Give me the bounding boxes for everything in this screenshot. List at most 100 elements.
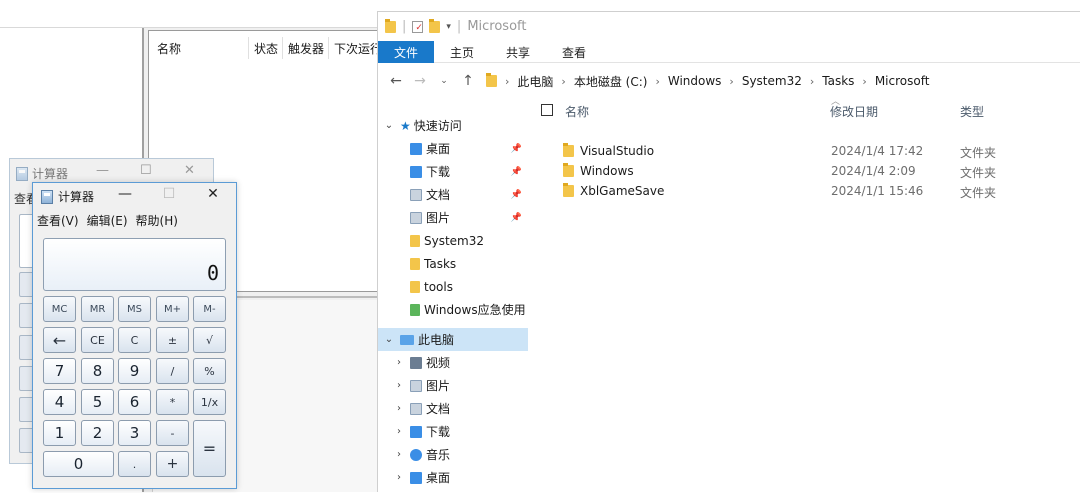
digit-4-button[interactable]: 4 — [43, 389, 76, 415]
chevron-right-icon[interactable]: › — [561, 75, 565, 88]
nav-item-pc-pictures[interactable]: › 图片 — [378, 374, 528, 397]
memory-subtract-button[interactable]: M- — [193, 296, 226, 322]
multiply-button[interactable]: * — [156, 389, 189, 415]
file-explorer-window[interactable]: | ✓ ▾ | Microsoft 文件 主页 共享 查看 ← → ⌄ ↑ › … — [377, 11, 1080, 492]
breadcrumb-tasks[interactable]: Tasks — [822, 74, 854, 88]
file-row[interactable]: Windows 2024/1/4 2:09 文件夹 — [528, 161, 1080, 181]
tab-share[interactable]: 共享 — [490, 41, 546, 63]
breadcrumb-microsoft[interactable]: Microsoft — [875, 74, 930, 88]
digit-7-button[interactable]: 7 — [43, 358, 76, 384]
chevron-right-icon[interactable]: › — [392, 449, 406, 460]
decimal-button[interactable]: . — [118, 451, 151, 477]
chevron-right-icon[interactable]: › — [392, 403, 406, 414]
nav-quick-access[interactable]: ⌄ ★ 快速访问 — [378, 114, 528, 137]
close-icon[interactable]: ✕ — [184, 163, 195, 178]
new-folder-icon[interactable] — [429, 18, 441, 33]
subtract-button[interactable]: - — [156, 420, 189, 446]
nav-item-music[interactable]: › 音乐 — [378, 443, 528, 466]
divide-button[interactable]: / — [156, 358, 189, 384]
backspace-button[interactable]: ← — [43, 327, 76, 353]
navigation-pane[interactable]: ⌄ ★ 快速访问 桌面 📌 下载 📌 文档 📌 图片 📌 System32 Ta… — [378, 107, 528, 493]
chevron-right-icon[interactable]: › — [392, 357, 406, 368]
digit-1-button[interactable]: 1 — [43, 420, 76, 446]
clear-button[interactable]: C — [118, 327, 151, 353]
digit-9-button[interactable]: 9 — [118, 358, 151, 384]
percent-button[interactable]: % — [193, 358, 226, 384]
maximize-icon[interactable]: ☐ — [140, 163, 152, 178]
pin-icon[interactable]: 📌 — [511, 190, 522, 200]
chevron-right-icon[interactable]: › — [392, 426, 406, 437]
chevron-right-icon[interactable]: › — [862, 75, 866, 88]
pin-icon[interactable]: 📌 — [511, 167, 522, 177]
chevron-down-icon[interactable]: ⌄ — [382, 120, 396, 131]
breadcrumb[interactable]: › 此电脑 › 本地磁盘 (C:) › Windows › System32 ›… — [486, 73, 929, 90]
column-header-trigger[interactable]: 触发器 — [283, 37, 329, 59]
forward-arrow-icon[interactable]: → — [408, 73, 432, 89]
negate-button[interactable]: ± — [156, 327, 189, 353]
nav-item-pc-downloads[interactable]: › 下载 — [378, 420, 528, 443]
digit-6-button[interactable]: 6 — [118, 389, 151, 415]
calculator-titlebar[interactable]: 计算器 — ☐ ✕ — [33, 183, 236, 210]
file-row[interactable]: XblGameSave 2024/1/1 15:46 文件夹 — [528, 181, 1080, 201]
digit-8-button[interactable]: 8 — [81, 358, 114, 384]
back-arrow-icon[interactable]: ← — [384, 73, 408, 89]
file-row[interactable]: VisualStudio 2024/1/4 17:42 文件夹 — [528, 141, 1080, 161]
chevron-right-icon[interactable]: › — [392, 472, 406, 483]
chevron-down-icon[interactable]: ⌄ — [382, 334, 396, 345]
digit-3-button[interactable]: 3 — [118, 420, 151, 446]
digit-0-button[interactable]: 0 — [43, 451, 114, 477]
column-header-date[interactable]: 修改日期 — [830, 103, 878, 123]
breadcrumb-windows[interactable]: Windows — [668, 74, 722, 88]
nav-item-documents[interactable]: 文档 📌 — [378, 183, 528, 206]
customize-toolbar-icon[interactable]: ▾ — [446, 22, 451, 32]
chevron-right-icon[interactable]: › — [655, 75, 659, 88]
select-all-checkbox[interactable] — [541, 104, 553, 116]
nav-item-downloads[interactable]: 下载 📌 — [378, 160, 528, 183]
menu-view[interactable]: 查看(V) — [37, 212, 79, 229]
tab-file[interactable]: 文件 — [378, 41, 435, 63]
nav-item-tasks[interactable]: Tasks — [378, 252, 528, 275]
nav-item-desktop[interactable]: 桌面 📌 — [378, 137, 528, 160]
minimize-icon[interactable]: — — [96, 163, 109, 178]
column-header-status[interactable]: 状态 — [249, 37, 283, 59]
column-header-name[interactable]: 名称 — [149, 37, 249, 59]
equals-button[interactable]: = — [193, 420, 226, 477]
maximize-icon[interactable]: ☐ — [159, 186, 179, 202]
nav-item-tools[interactable]: tools — [378, 275, 528, 298]
chevron-right-icon[interactable]: › — [729, 75, 733, 88]
menu-edit[interactable]: 编辑(E) — [87, 212, 128, 229]
nav-item-windows-emergency[interactable]: Windows应急使用 — [378, 298, 528, 321]
tab-view[interactable]: 查看 — [546, 41, 602, 63]
clear-entry-button[interactable]: CE — [81, 327, 114, 353]
sqrt-button[interactable]: √ — [193, 327, 226, 353]
properties-icon[interactable]: ✓ — [412, 20, 424, 33]
nav-item-pc-documents[interactable]: › 文档 — [378, 397, 528, 420]
nav-item-pictures[interactable]: 图片 📌 — [378, 206, 528, 229]
up-arrow-icon[interactable]: ↑ — [456, 73, 480, 89]
memory-recall-button[interactable]: MR — [81, 296, 114, 322]
chevron-right-icon[interactable]: › — [392, 380, 406, 391]
column-header-name[interactable]: 名称 — [565, 103, 589, 123]
memory-store-button[interactable]: MS — [118, 296, 151, 322]
tab-home[interactable]: 主页 — [434, 41, 490, 63]
pin-icon[interactable]: 📌 — [511, 213, 522, 223]
nav-this-pc[interactable]: ⌄ 此电脑 — [378, 328, 528, 351]
chevron-right-icon[interactable]: › — [505, 75, 509, 88]
nav-item-system32[interactable]: System32 — [378, 229, 528, 252]
add-button[interactable]: + — [156, 451, 189, 477]
breadcrumb-system32[interactable]: System32 — [742, 74, 802, 88]
pin-icon[interactable]: 📌 — [511, 144, 522, 154]
column-header-type[interactable]: 类型 — [960, 103, 984, 123]
recent-locations-icon[interactable]: ⌄ — [432, 76, 456, 86]
file-list-pane[interactable]: ︿ 名称 修改日期 类型 VisualStudio 2024/1/4 17:42… — [528, 94, 1080, 493]
breadcrumb-local-disk[interactable]: 本地磁盘 (C:) — [574, 73, 648, 90]
column-header-next-run[interactable]: 下次运行 — [329, 37, 382, 59]
calculator-window[interactable]: 计算器 — ☐ ✕ 查看(V) 编辑(E) 帮助(H) 0 MC MR MS M… — [32, 182, 237, 489]
memory-clear-button[interactable]: MC — [43, 296, 76, 322]
breadcrumb-this-pc[interactable]: 此电脑 — [517, 73, 553, 90]
memory-add-button[interactable]: M+ — [156, 296, 189, 322]
close-icon[interactable]: ✕ — [203, 186, 223, 202]
digit-2-button[interactable]: 2 — [81, 420, 114, 446]
chevron-right-icon[interactable]: › — [810, 75, 814, 88]
nav-item-videos[interactable]: › 视频 — [378, 351, 528, 374]
